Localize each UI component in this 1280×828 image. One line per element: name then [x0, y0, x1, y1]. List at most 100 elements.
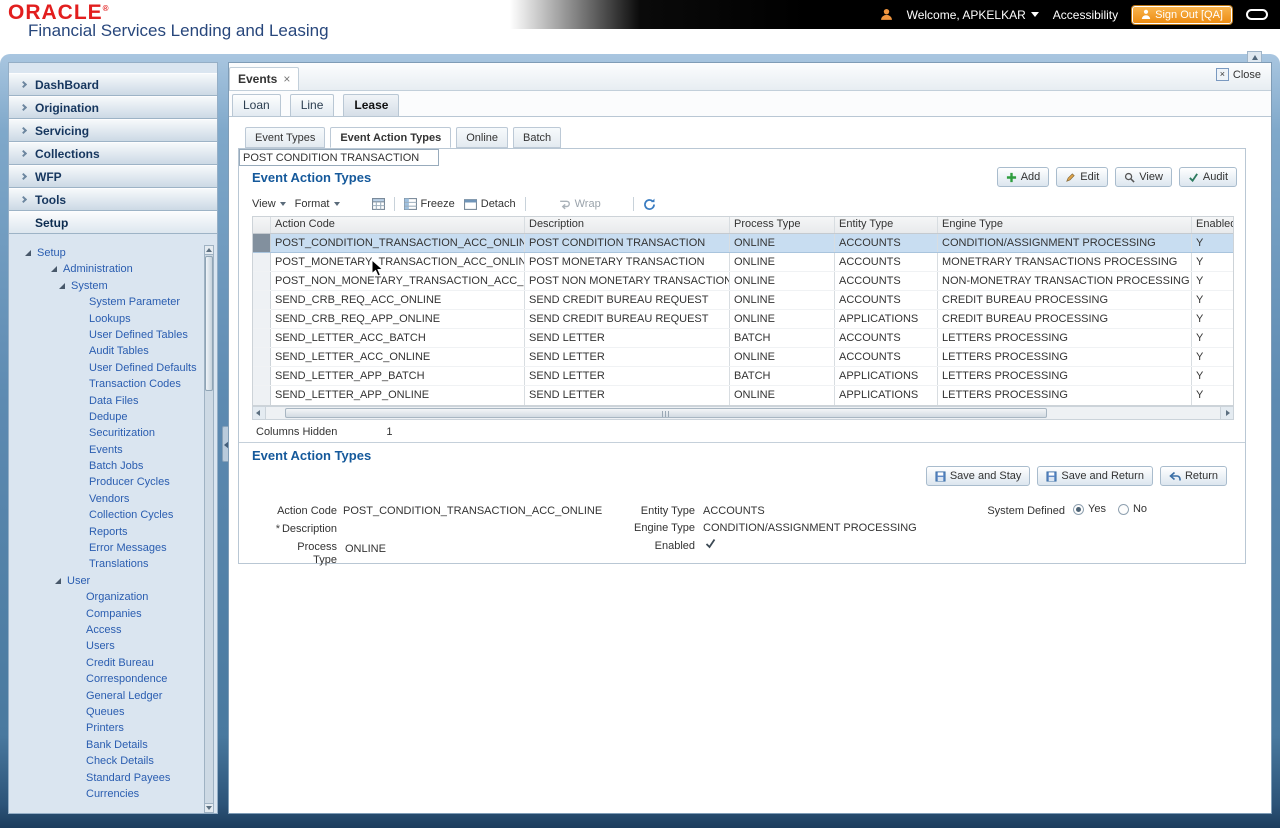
tab-events[interactable]: Events: [229, 67, 300, 90]
sub-tab[interactable]: Batch: [513, 127, 562, 148]
tree-item[interactable]: Users: [9, 638, 217, 654]
enabled-checkbox[interactable]: [705, 538, 716, 552]
tree-link[interactable]: Credit Bureau: [86, 657, 154, 669]
sidebar-menu-item[interactable]: WFP: [9, 165, 217, 188]
sidebar-menu-item[interactable]: DashBoard: [9, 73, 217, 96]
tree-link[interactable]: User: [67, 575, 90, 587]
column-header[interactable]: Enabled: [1192, 217, 1233, 233]
row-selector-cell[interactable]: [253, 386, 271, 405]
tab-close-icon[interactable]: [283, 72, 290, 86]
table-row[interactable]: POST_MONETARY_TRANSACTION_ACC_ONLINE POS…: [253, 253, 1233, 272]
row-selector-cell[interactable]: [253, 234, 271, 252]
accessibility-link[interactable]: Accessibility: [1053, 8, 1118, 22]
tree-item[interactable]: Dedupe: [9, 409, 217, 425]
row-selector-cell[interactable]: [253, 291, 271, 309]
tree-link[interactable]: Check Details: [86, 755, 154, 767]
tree-link[interactable]: Events: [89, 444, 123, 456]
expander-icon[interactable]: [25, 245, 37, 261]
tree-link[interactable]: Printers: [86, 722, 124, 734]
tree-link[interactable]: Bank Details: [86, 739, 148, 751]
sidebar-menu-item[interactable]: Setup: [9, 211, 217, 234]
tree-item[interactable]: General Ledger: [9, 688, 217, 704]
tree-link[interactable]: Error Messages: [89, 542, 167, 554]
tree-item[interactable]: Correspondence: [9, 671, 217, 687]
horizontal-scrollbar[interactable]: [252, 406, 1234, 420]
detach-button[interactable]: Detach: [463, 198, 516, 210]
tree-item[interactable]: Data Files: [9, 393, 217, 409]
scroll-left-icon[interactable]: [253, 407, 266, 419]
column-header[interactable]: Action Code: [271, 217, 525, 233]
table-row[interactable]: SEND_LETTER_APP_BATCH SEND LETTER BATCH …: [253, 367, 1233, 386]
tree-item[interactable]: Companies: [9, 606, 217, 622]
tree-link[interactable]: Securitization: [89, 427, 155, 439]
product-tab[interactable]: Line: [289, 94, 335, 116]
tree-item[interactable]: Collection Cycles: [9, 507, 217, 523]
row-selector-cell[interactable]: [253, 253, 271, 271]
tree-link[interactable]: Data Files: [89, 395, 139, 407]
description-input[interactable]: [239, 149, 439, 166]
format-menu[interactable]: Format: [295, 198, 340, 210]
tree-item[interactable]: Administration: [9, 261, 217, 277]
tree-link[interactable]: General Ledger: [86, 690, 162, 702]
edit-button[interactable]: Edit: [1056, 167, 1109, 187]
tree-link[interactable]: Audit Tables: [89, 345, 149, 357]
tree-link[interactable]: Administration: [63, 263, 133, 275]
row-selector-cell[interactable]: [253, 272, 271, 290]
table-row[interactable]: SEND_LETTER_ACC_ONLINE SEND LETTER ONLIN…: [253, 348, 1233, 367]
expander-icon[interactable]: [55, 573, 67, 589]
view-menu[interactable]: View: [252, 198, 286, 210]
sign-out-button[interactable]: Sign Out [QA]: [1132, 5, 1232, 24]
row-selector-cell[interactable]: [253, 329, 271, 347]
tree-item[interactable]: Events: [9, 442, 217, 458]
tree-item[interactable]: Queues: [9, 704, 217, 720]
tree-link[interactable]: Setup: [37, 247, 66, 259]
scrollbar-thumb[interactable]: [285, 408, 1047, 418]
row-selector-cell[interactable]: [253, 348, 271, 366]
tree-item[interactable]: Batch Jobs: [9, 458, 217, 474]
tree-item[interactable]: Lookups: [9, 311, 217, 327]
tree-link[interactable]: Dedupe: [89, 411, 128, 423]
sub-tab[interactable]: Online: [456, 127, 508, 148]
sub-tab[interactable]: Event Types: [245, 127, 326, 148]
sidebar-menu-item[interactable]: Collections: [9, 142, 217, 165]
sidebar-menu-item[interactable]: Servicing: [9, 119, 217, 142]
tree-item[interactable]: Check Details: [9, 753, 217, 769]
tree-link[interactable]: System Parameter: [89, 296, 180, 308]
radio-no[interactable]: No: [1117, 503, 1147, 515]
scrollbar-thumb[interactable]: [205, 256, 213, 391]
tree-item[interactable]: System Parameter: [9, 294, 217, 310]
welcome-user-menu[interactable]: Welcome, APKELKAR: [907, 8, 1039, 22]
tree-link[interactable]: Producer Cycles: [89, 476, 170, 488]
tree-item[interactable]: Setup: [9, 245, 217, 261]
add-button[interactable]: Add: [996, 167, 1050, 187]
column-header[interactable]: Entity Type: [835, 217, 938, 233]
window-control-icon[interactable]: [1246, 9, 1268, 20]
tree-item[interactable]: Reports: [9, 524, 217, 540]
table-row[interactable]: SEND_CRB_REQ_ACC_ONLINE SEND CREDIT BURE…: [253, 291, 1233, 310]
query-by-example-button[interactable]: [371, 198, 385, 210]
tree-item[interactable]: Error Messages: [9, 540, 217, 556]
tree-link[interactable]: System: [71, 280, 108, 292]
product-tab[interactable]: Lease: [343, 94, 400, 116]
tree-item[interactable]: Access: [9, 622, 217, 638]
tree-item[interactable]: Audit Tables: [9, 343, 217, 359]
close-button[interactable]: Close: [1215, 68, 1261, 81]
refresh-button[interactable]: [643, 198, 656, 211]
audit-button[interactable]: Audit: [1178, 167, 1237, 187]
scrollbar-down-icon[interactable]: [205, 803, 213, 812]
tree-item[interactable]: Currencies: [9, 786, 217, 802]
tree-link[interactable]: Users: [86, 640, 115, 652]
tree-item[interactable]: Securitization: [9, 425, 217, 441]
scroll-right-icon[interactable]: [1220, 407, 1233, 419]
table-row[interactable]: SEND_CRB_REQ_APP_ONLINE SEND CREDIT BURE…: [253, 310, 1233, 329]
tree-link[interactable]: Companies: [86, 608, 142, 620]
tree-link[interactable]: Batch Jobs: [89, 460, 143, 472]
tree-link[interactable]: Standard Payees: [86, 772, 170, 784]
column-header[interactable]: Process Type: [730, 217, 835, 233]
tree-link[interactable]: Vendors: [89, 493, 129, 505]
table-row[interactable]: SEND_LETTER_ACC_BATCH SEND LETTER BATCH …: [253, 329, 1233, 348]
view-button[interactable]: View: [1115, 167, 1172, 187]
tree-item[interactable]: Organization: [9, 589, 217, 605]
tree-item[interactable]: Credit Bureau: [9, 655, 217, 671]
sub-tab[interactable]: Event Action Types: [330, 127, 452, 148]
